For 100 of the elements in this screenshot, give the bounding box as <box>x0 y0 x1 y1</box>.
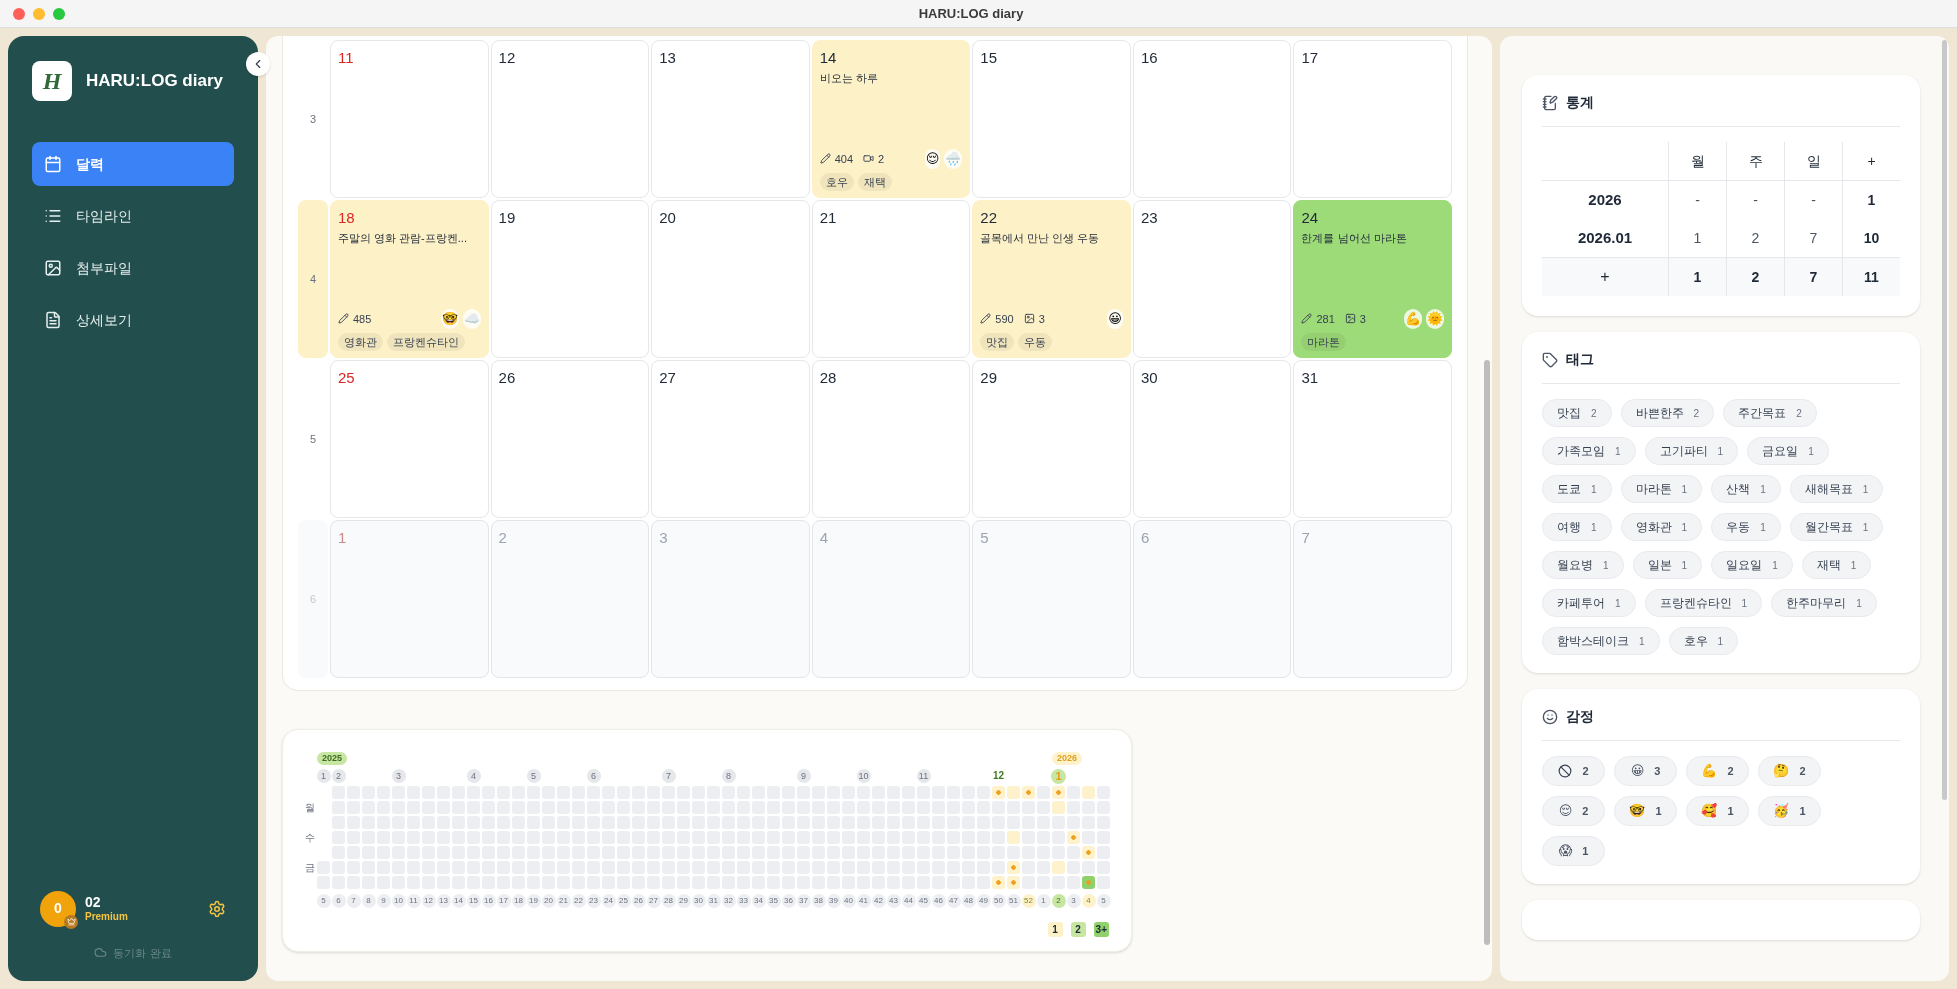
tag-chip[interactable]: 프랑켄슈타인 1 <box>1644 589 1763 617</box>
zoom-window-button[interactable] <box>53 7 65 20</box>
day-cell[interactable]: 26 <box>490 360 650 518</box>
heatmap-cell[interactable] <box>1082 876 1095 889</box>
heatmap-cell[interactable] <box>1052 861 1065 874</box>
heatmap-cell[interactable] <box>1007 876 1020 889</box>
day-number: 20 <box>659 208 677 228</box>
heatmap-cell[interactable] <box>992 786 1005 799</box>
tag-chip[interactable]: 고기파티 1 <box>1644 437 1739 465</box>
tag-chip[interactable]: 월간목표 1 <box>1789 513 1884 541</box>
column-header: 일 <box>1784 142 1842 180</box>
day-cell[interactable]: 28 <box>811 360 971 518</box>
heatmap-cell[interactable] <box>1007 861 1020 874</box>
day-cell[interactable]: 24 한계를 넘어선 마라톤 281 3 💪 🌞 마라톤 <box>1293 200 1453 358</box>
tag-chip[interactable]: 일요일 1 <box>1711 551 1793 579</box>
close-window-button[interactable] <box>13 7 25 20</box>
heatmap-cell[interactable] <box>1052 786 1065 799</box>
day-cell[interactable]: 22 골목에서 만난 인생 우동 590 3 😀 맛집 우동 <box>972 200 1131 358</box>
day-cell[interactable]: 20 <box>651 200 810 358</box>
settings-icon[interactable] <box>208 899 226 918</box>
heatmap-cell[interactable] <box>992 876 1005 889</box>
tag-chip[interactable]: 마라톤 1 <box>1620 475 1703 503</box>
tag-chip[interactable]: 호우 1 <box>1668 627 1739 655</box>
tag-chip[interactable]: 여행 1 <box>1542 513 1612 541</box>
tag-chip[interactable]: 재택 1 <box>1801 551 1872 579</box>
weekday-label: 금 <box>305 862 315 873</box>
day-cell[interactable]: 15 <box>972 40 1131 198</box>
heatmap-cell[interactable] <box>1007 786 1020 799</box>
day-cell[interactable]: 25 <box>330 360 489 518</box>
week-label: 18 <box>511 894 526 908</box>
day-cell[interactable]: 29 <box>972 360 1131 518</box>
tag-chip[interactable]: 카페투어 1 <box>1542 589 1636 617</box>
emotion-chip[interactable]: 🤓 1 <box>1614 796 1677 826</box>
heatmap-cell[interactable] <box>1067 831 1080 844</box>
tag-chip[interactable]: 주간목표 2 <box>1723 399 1817 427</box>
day-cell[interactable]: 27 <box>651 360 810 518</box>
tag-chip[interactable]: 새해목표 1 <box>1789 475 1884 503</box>
tag-chip[interactable]: 가족모임 1 <box>1542 437 1636 465</box>
nav-item[interactable]: 달력 <box>32 142 234 186</box>
emotion-chip[interactable]: 🥰 1 <box>1686 796 1749 826</box>
week-label: 14 <box>451 894 466 908</box>
day-cell[interactable]: 31 <box>1293 360 1453 518</box>
tag-chip[interactable]: 함박스테이크 1 <box>1542 627 1660 655</box>
tag-chip[interactable]: 한주마무리 1 <box>1771 589 1877 617</box>
tag-chip[interactable]: 금요일 1 <box>1747 437 1829 465</box>
week-label: 26 <box>631 894 646 908</box>
scrollbar-thumb[interactable] <box>1484 360 1490 945</box>
emotion-chip[interactable]: 💪 2 <box>1686 756 1749 786</box>
entry-tag: 재택 <box>857 172 892 191</box>
nav-item[interactable]: 상세보기 <box>32 298 234 342</box>
emotion-chip[interactable]: 🥳 1 <box>1758 796 1821 826</box>
day-cell[interactable]: 12 <box>490 40 650 198</box>
day-number: 12 <box>498 48 517 68</box>
emoji: 🌞 <box>1426 309 1445 329</box>
nav-item[interactable]: 첨부파일 <box>32 246 234 290</box>
heatmap-cell[interactable] <box>1082 846 1095 859</box>
month-label: 5 <box>526 769 541 783</box>
tag-chip[interactable]: 월요병 1 <box>1542 551 1624 579</box>
table-cell: - <box>1726 181 1784 219</box>
tag-chip[interactable]: 도쿄 1 <box>1542 475 1612 503</box>
tag-chip[interactable]: 바쁜한주 2 <box>1620 399 1715 427</box>
tag-chip[interactable]: 맛집 2 <box>1542 399 1612 427</box>
tag-chip[interactable]: 산책 1 <box>1711 475 1781 503</box>
day-cell[interactable]: 23 <box>1132 200 1292 358</box>
emotion-chip[interactable]: 2 <box>1542 756 1605 786</box>
emotion-chip[interactable]: 🤔 2 <box>1758 756 1821 786</box>
tag-chip[interactable]: 일본 1 <box>1632 551 1703 579</box>
heatmap-cell[interactable] <box>1022 786 1035 799</box>
collapse-button[interactable] <box>246 52 270 76</box>
day-cell[interactable]: 18 주말의 영화 관람-프랑켄... 485 🤓 ☁ 영화관 프랑켄슈타인 <box>330 200 489 358</box>
entry-tag: 프랑켄슈타인 <box>387 332 465 351</box>
day-cell[interactable]: 21 <box>811 200 971 358</box>
heatmap-cell[interactable] <box>1007 831 1020 844</box>
heatmap-cell[interactable] <box>1082 786 1095 799</box>
day-cell[interactable]: 13 <box>651 40 810 198</box>
heatmap-cell[interactable] <box>1052 801 1065 814</box>
day-cell[interactable]: 11 <box>330 40 489 198</box>
total-cell: 2 <box>1726 258 1784 296</box>
no-emotion-icon <box>1558 764 1573 778</box>
week-label: 32 <box>721 894 736 908</box>
week-label: 24 <box>601 894 616 908</box>
emotion-chip[interactable]: 😌 2 <box>1542 796 1605 826</box>
day-cell[interactable]: 19 <box>490 200 650 358</box>
app-logo: H <box>32 61 72 101</box>
day-number: 17 <box>1301 48 1320 68</box>
tag-chip[interactable]: 영화관 1 <box>1620 513 1703 541</box>
emotion-chip[interactable]: 😀 3 <box>1614 756 1677 786</box>
minimize-window-button[interactable] <box>33 7 45 20</box>
tag-chip[interactable]: 우동 1 <box>1711 513 1781 541</box>
day-cell[interactable]: 14 비오는 하루 404 2 😌 🌧 호우 재택 <box>811 40 971 198</box>
scrollbar-thumb[interactable] <box>1942 40 1947 800</box>
nav-item[interactable]: 타임라인 <box>32 194 234 238</box>
day-number: 18 <box>338 208 356 228</box>
emotion-chip[interactable]: 😱 1 <box>1542 836 1605 866</box>
notebook-pen-icon <box>1542 94 1558 111</box>
legend-swatch: 2 <box>1070 922 1086 937</box>
week-label: 34 <box>751 894 766 908</box>
day-cell[interactable]: 17 <box>1293 40 1453 198</box>
day-cell[interactable]: 16 <box>1132 40 1292 198</box>
day-cell[interactable]: 30 <box>1132 360 1292 518</box>
